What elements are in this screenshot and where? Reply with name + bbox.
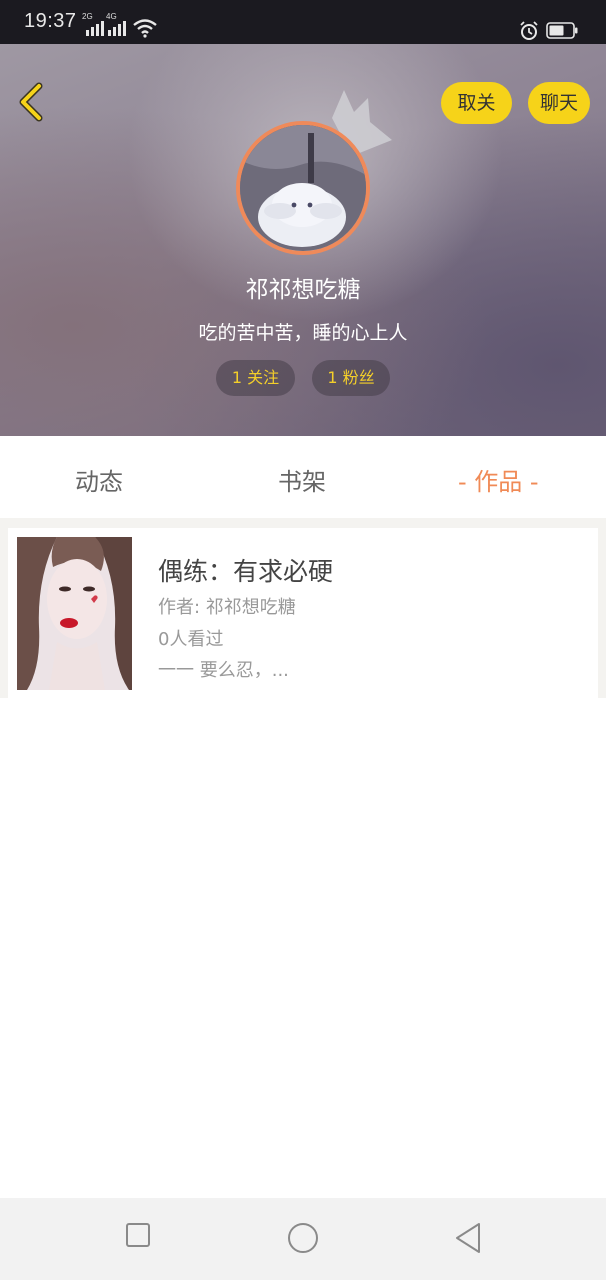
tab-dynamic[interactable]: 动态 [75,462,123,497]
avatar-image [240,125,366,251]
chevron-left-icon[interactable] [14,80,48,124]
home-circle-icon[interactable] [287,1222,319,1254]
signal-icon: 2G [82,12,108,36]
work-title[interactable]: 偶练：有求必硬 [158,552,333,588]
work-author: 作者: 祁祁想吃糖 [158,597,296,618]
cover-portrait [17,537,132,690]
profile-header: 取关 聊天 祁祁想吃糖 吃的苦中苦，睡的心上人 1 关注 1 粉丝 [0,44,606,436]
back-triangle-icon[interactable] [454,1222,482,1254]
fans-count-button[interactable]: 1 粉丝 [312,360,390,396]
system-nav-bar [0,1198,606,1280]
work-view-count: 0人看过 [158,629,224,650]
username: 祁祁想吃糖 [245,277,361,303]
battery-icon [546,22,578,39]
wifi-icon [133,19,157,38]
following-count-button[interactable]: 1 关注 [216,360,295,396]
status-bar: 19:37 2G 4G [0,0,606,44]
signal-icon: 4G [106,12,132,36]
card-gutter [0,528,8,698]
alarm-icon [520,21,538,40]
card-gutter [598,528,606,698]
network-type-label: 4G [106,12,117,21]
network-type-label: 2G [82,12,93,21]
unfollow-button[interactable]: 取关 [441,82,512,124]
profile-tabs: 动态 书架 - 作品 - [0,436,606,518]
user-bio: 吃的苦中苦，睡的心上人 [198,322,408,344]
tab-bookshelf[interactable]: 书架 [278,462,326,497]
tab-works[interactable]: - 作品 - [458,462,539,497]
status-time: 19:37 [24,10,77,32]
chat-button[interactable]: 聊天 [528,82,590,124]
divider [0,518,606,528]
avatar[interactable] [236,121,370,255]
work-cover-image[interactable] [17,537,132,690]
recents-square-icon[interactable] [125,1222,151,1248]
work-excerpt: 一一 要么忍，... [158,660,289,681]
